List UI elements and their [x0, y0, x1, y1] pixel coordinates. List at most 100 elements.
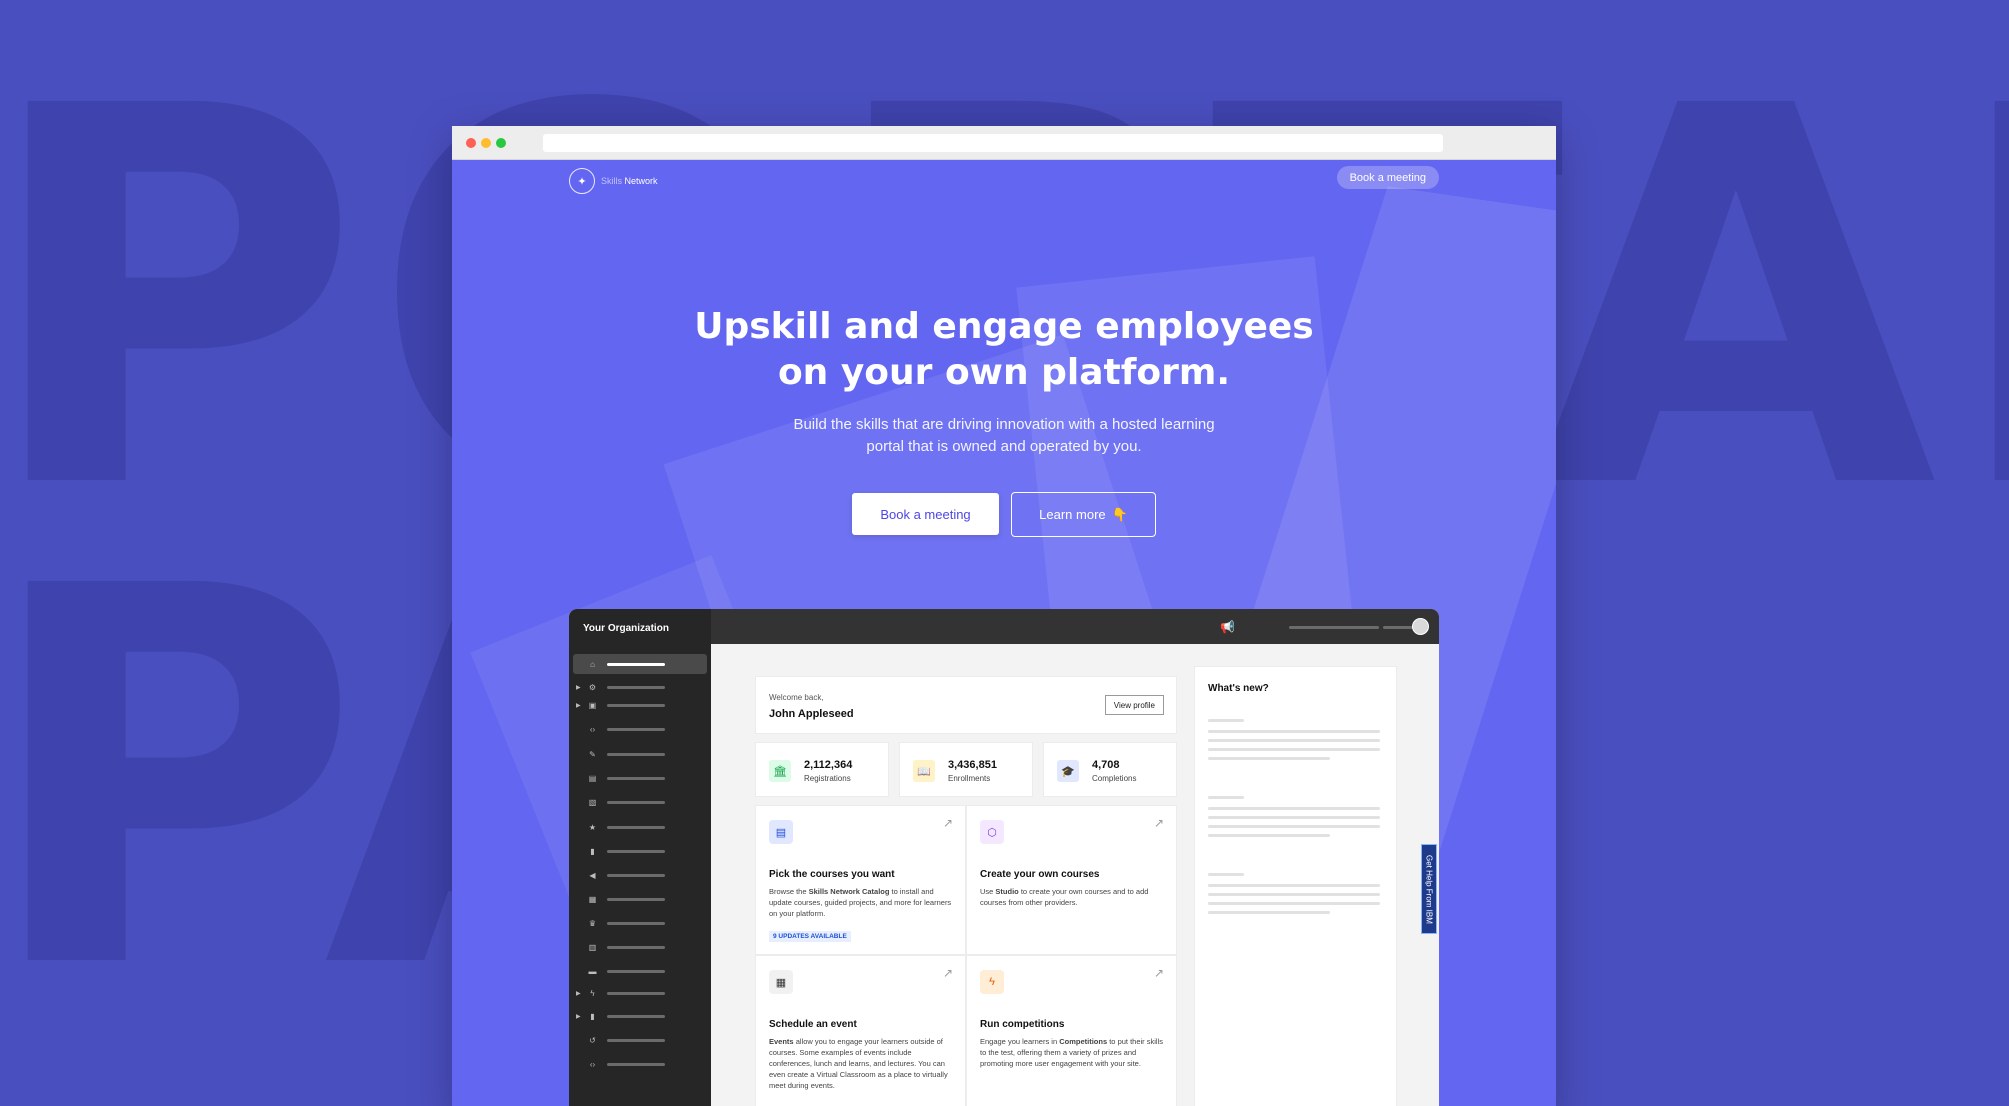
hero-subtitle: Build the skills that are driving innova… [452, 414, 1556, 458]
storefront-icon: ▣ [588, 700, 597, 710]
address-bar[interactable] [543, 134, 1443, 152]
sidebar-item-placeholder [607, 849, 665, 853]
news-placeholder-line [1208, 807, 1380, 810]
sidebar-item-star[interactable]: ★ [573, 817, 707, 837]
feature-card-catalog[interactable]: ▤ ↗ Pick the courses you want Browse the… [755, 805, 966, 955]
feature-description: Browse the Skills Network Catalog to ins… [769, 887, 952, 918]
hero-title-line-2: on your own platform. [777, 352, 1231, 393]
feature-card-competitions[interactable]: ϟ ↗ Run competitions Engage you learners… [966, 955, 1177, 1106]
news-placeholder-line [1208, 816, 1380, 819]
sidebar-item-developer[interactable]: ‹› [573, 1054, 707, 1074]
sidebar-item-bolt[interactable]: ▶ ϟ [573, 983, 707, 1003]
sidebar-item-placeholder [607, 685, 665, 689]
view-profile-button[interactable]: View profile [1104, 695, 1164, 715]
cube-icon: ⬡ [980, 820, 1004, 844]
news-placeholder-line [1208, 796, 1244, 799]
news-placeholder-line [1208, 834, 1330, 837]
whats-new-panel: What's new? [1194, 666, 1397, 1106]
sidebar-item-store[interactable]: ▶ ▣ [573, 695, 707, 715]
hero-subtitle-line-2: portal that is owned and operated by you… [866, 438, 1142, 455]
megaphone-icon[interactable]: 📢 [1220, 620, 1235, 634]
news-placeholder-line [1208, 884, 1380, 887]
book-icon: 📖 [913, 760, 935, 782]
sidebar-item-list[interactable]: ▤ [573, 768, 707, 788]
arrow-up-right-icon: ↗ [942, 816, 953, 830]
sidebar-item-home[interactable]: ⌂ [573, 654, 707, 674]
sidebar-item-image[interactable]: ▧ [573, 792, 707, 812]
close-window-button[interactable] [466, 138, 476, 148]
sidebar-item-placeholder [607, 921, 665, 925]
learn-more-button[interactable]: Learn more 👇 [1011, 492, 1156, 537]
news-placeholder-line [1208, 911, 1330, 914]
arrow-up-right-icon: ↗ [1153, 966, 1164, 980]
sidebar-item-announcements[interactable]: ◀ [573, 865, 707, 885]
feature-card-studio[interactable]: ⬡ ↗ Create your own courses Use Studio t… [966, 805, 1177, 955]
avatar[interactable] [1412, 618, 1429, 635]
caret-right-icon: ▶ [576, 1013, 581, 1020]
sidebar-item-settings[interactable]: ▶ ⚙ [573, 677, 707, 697]
sidebar-item-trophy[interactable]: ♛ [573, 913, 707, 933]
history-icon: ↺ [589, 1035, 596, 1045]
sidebar-item-placeholder [607, 776, 665, 780]
minimize-window-button[interactable] [481, 138, 491, 148]
topbar-link-placeholder[interactable] [1321, 626, 1379, 629]
updates-badge[interactable]: 9 UPDATES AVAILABLE [769, 931, 851, 942]
news-placeholder-line [1208, 719, 1244, 722]
get-help-tab[interactable]: Get Help From IBM [1421, 844, 1437, 934]
calendar-icon: ▦ [588, 894, 597, 904]
nav-book-meeting-button[interactable]: Book a meeting [1336, 166, 1439, 189]
catalog-icon: ▤ [769, 820, 793, 844]
feature-card-events[interactable]: ▦ ↗ Schedule an event Events allow you t… [755, 955, 966, 1106]
news-placeholder-line [1208, 893, 1380, 896]
stat-value: 4,708 [1092, 759, 1120, 771]
sidebar-item-code[interactable]: ‹› [573, 719, 707, 739]
feature-title: Create your own courses [980, 869, 1100, 880]
news-placeholder-line [1208, 825, 1380, 828]
stat-card-completions: 🎓 4,708 Completions [1043, 742, 1177, 797]
sidebar-item-placeholder [607, 873, 665, 877]
sidebar-item-brush[interactable]: ✎ [573, 744, 707, 764]
sidebar-item-history[interactable]: ↺ [573, 1030, 707, 1050]
sidebar-item-archive[interactable]: ▥ [573, 937, 707, 957]
document-icon: ▮ [590, 1011, 595, 1021]
site-logo[interactable]: ✦ Skills Network [569, 168, 658, 194]
caret-right-icon: ▶ [576, 990, 581, 997]
sidebar-item-placeholder [607, 800, 665, 804]
stat-label: Enrollments [948, 774, 991, 783]
megaphone-icon: ◀ [589, 870, 596, 880]
sidebar-item-pages[interactable]: ▶ ▮ [573, 1006, 707, 1026]
book-meeting-button[interactable]: Book a meeting [852, 493, 999, 535]
organization-name: Your Organization [583, 623, 669, 634]
user-name: John Appleseed [769, 708, 854, 720]
caret-right-icon: ▶ [576, 684, 581, 691]
home-icon: ⌂ [590, 659, 595, 669]
hero-title-line-1: Upskill and engage employees [694, 306, 1314, 347]
learn-more-label: Learn more [1039, 507, 1106, 522]
feature-title: Schedule an event [769, 1019, 857, 1030]
arrow-up-right-icon: ↗ [942, 966, 953, 980]
news-placeholder-line [1208, 739, 1380, 742]
stat-card-enrollments: 📖 3,436,851 Enrollments [899, 742, 1033, 797]
whats-new-title: What's new? [1208, 683, 1269, 694]
sidebar-item-ticket[interactable]: ▬ [573, 961, 707, 981]
logo-text: Skills Network [601, 176, 658, 186]
sidebar-item-document[interactable]: ▮ [573, 841, 707, 861]
caret-right-icon: ▶ [576, 702, 581, 709]
feature-description: Engage you learners in Competitions to p… [980, 1037, 1163, 1068]
stat-card-registrations: 🏛 2,112,364 Registrations [755, 742, 889, 797]
building-icon: 🏛 [769, 760, 791, 782]
welcome-greeting: Welcome back, [769, 693, 824, 702]
news-placeholder-line [1208, 748, 1380, 751]
list-icon: ▤ [588, 773, 597, 783]
maximize-window-button[interactable] [496, 138, 506, 148]
dashboard-preview: Your Organization ⌂ ▶ ⚙ ▶ ▣ ‹› ✎ ▤ ▧ ★ ▮… [569, 609, 1439, 1106]
sidebar-item-placeholder [607, 727, 665, 731]
sidebar-item-calendar[interactable]: ▦ [573, 889, 707, 909]
dashboard-topbar: 📢 [711, 609, 1439, 644]
image-icon: ▧ [588, 797, 597, 807]
sidebar-item-placeholder [607, 1014, 665, 1018]
news-placeholder-line [1208, 873, 1244, 876]
stat-label: Completions [1092, 774, 1137, 783]
sidebar-item-placeholder [607, 662, 665, 666]
gear-icon: ⚙ [588, 682, 597, 692]
